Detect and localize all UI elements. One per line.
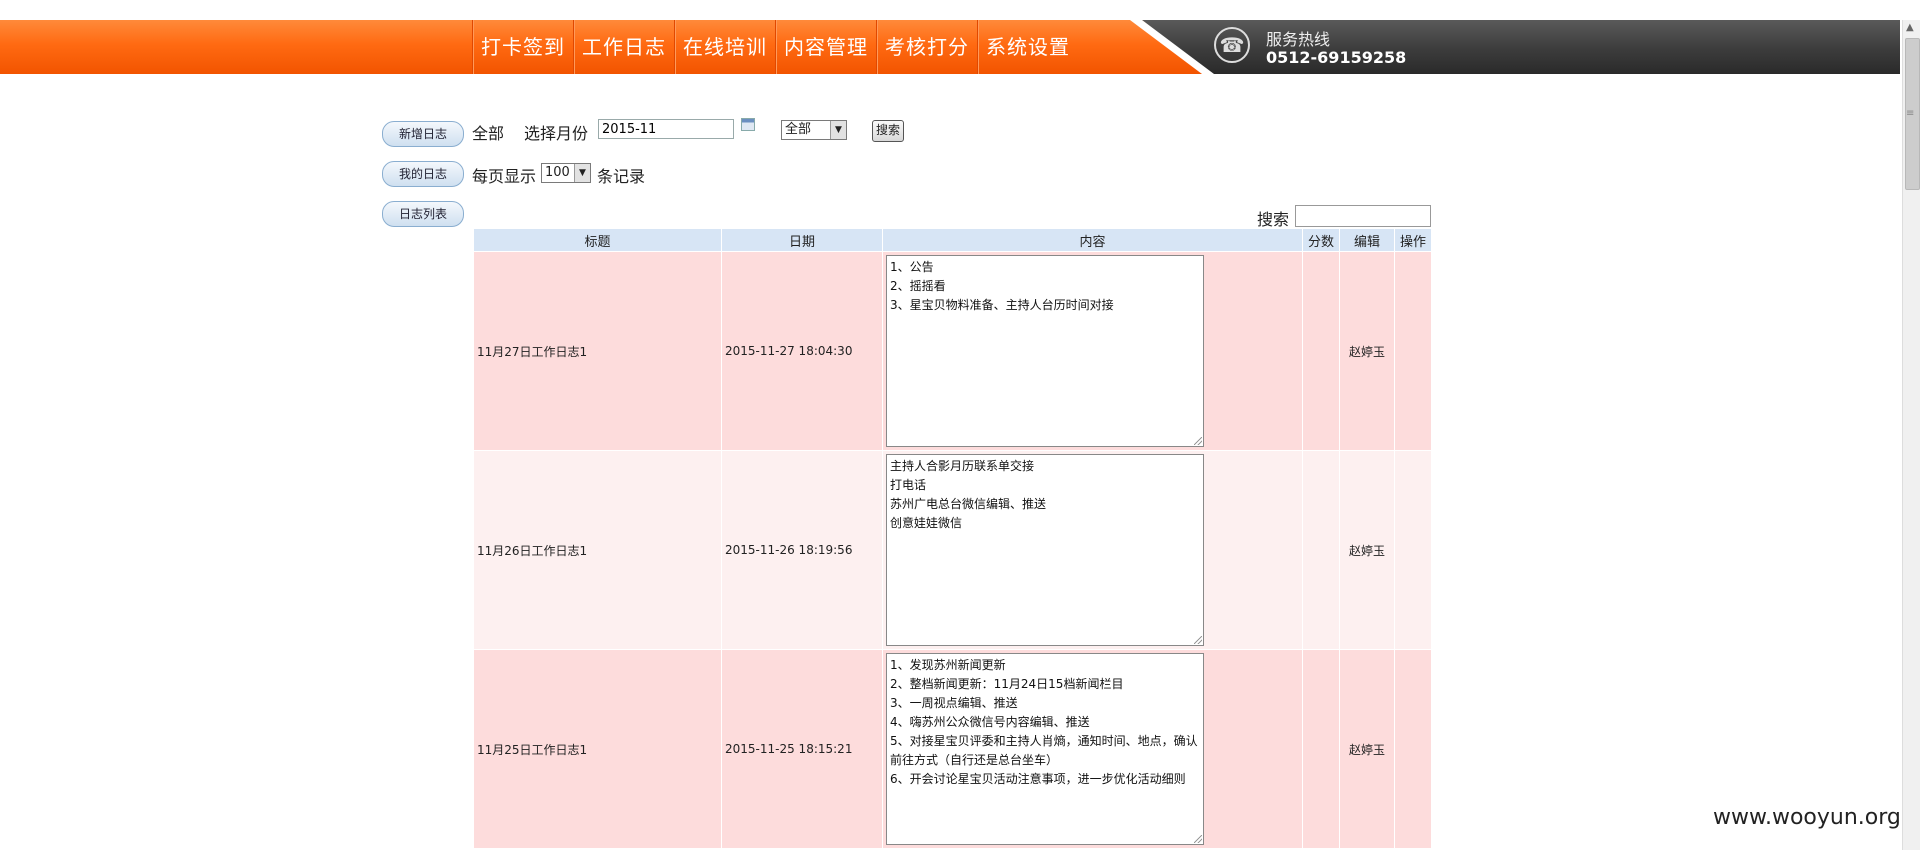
- log-title: 11月25日工作日志1: [473, 649, 722, 849]
- column-header-date[interactable]: 日期: [721, 228, 883, 252]
- log-table: 标题 日期 内容 分数 编辑 操作 11月27日工作日志1 2015-11-27…: [473, 228, 1432, 849]
- log-date: 2015-11-25 18:15:21: [721, 649, 883, 849]
- table-row: 11月26日工作日志1 2015-11-26 18:19:56 主持人合影月历联…: [473, 450, 1432, 650]
- hotline-panel: [1142, 20, 1900, 74]
- log-score: [1302, 649, 1340, 849]
- vertical-scrollbar[interactable]: ▲ ≡: [1902, 20, 1920, 850]
- scroll-up-arrow-icon[interactable]: ▲: [1906, 22, 1914, 33]
- calendar-icon[interactable]: [741, 118, 755, 131]
- log-score: [1302, 450, 1340, 650]
- log-content-cell: 1、发现苏州新闻更新 2、整档新闻更新：11月24日15档新闻栏目 3、一周视点…: [882, 649, 1303, 849]
- per-page-value: 100: [545, 165, 570, 180]
- log-action[interactable]: [1394, 649, 1432, 849]
- nav-item-content-management[interactable]: 内容管理: [775, 20, 876, 74]
- table-search-input[interactable]: [1295, 205, 1431, 227]
- column-header-title[interactable]: 标题: [473, 228, 722, 252]
- log-editor: 赵婷玉: [1339, 251, 1395, 451]
- log-action[interactable]: [1394, 251, 1432, 451]
- resize-grip-icon[interactable]: [1194, 835, 1202, 843]
- watermark: www.wooyun.org: [1713, 805, 1901, 830]
- main-nav: 打卡签到 工作日志 在线培训 内容管理 考核打分 系统设置: [472, 20, 1078, 74]
- log-action[interactable]: [1394, 450, 1432, 650]
- per-page-label: 每页显示: [472, 167, 537, 186]
- month-input[interactable]: [598, 119, 734, 139]
- resize-grip-icon[interactable]: [1194, 636, 1202, 644]
- column-header-score[interactable]: 分数: [1302, 228, 1340, 252]
- chevron-down-icon[interactable]: ▼: [830, 121, 846, 139]
- scroll-grip-icon: ≡: [1906, 108, 1915, 119]
- log-title: 11月26日工作日志1: [473, 450, 722, 650]
- nav-item-checkin[interactable]: 打卡签到: [472, 20, 573, 74]
- log-content-text: 主持人合影月历联系单交接 打电话 苏州广电总台微信编辑、推送 创意娃娃微信: [890, 459, 1047, 530]
- log-title: 11月27日工作日志1: [473, 251, 722, 451]
- nav-item-online-training[interactable]: 在线培训: [674, 20, 775, 74]
- my-log-button[interactable]: 我的日志: [382, 161, 464, 187]
- month-label: 选择月份: [524, 124, 589, 143]
- column-header-editor[interactable]: 编辑: [1339, 228, 1395, 252]
- column-header-action[interactable]: 操作: [1394, 228, 1432, 252]
- log-content-cell: 1、公告 2、摇摇看 3、星宝贝物料准备、主持人台历时间对接: [882, 251, 1303, 451]
- chevron-down-icon[interactable]: ▼: [574, 164, 590, 182]
- filter-all-label[interactable]: 全部: [472, 120, 504, 144]
- log-content-textarea[interactable]: 1、发现苏州新闻更新 2、整档新闻更新：11月24日15档新闻栏目 3、一周视点…: [886, 653, 1204, 845]
- table-row: 11月27日工作日志1 2015-11-27 18:04:30 1、公告 2、摇…: [473, 251, 1432, 451]
- log-content-cell: 主持人合影月历联系单交接 打电话 苏州广电总台微信编辑、推送 创意娃娃微信: [882, 450, 1303, 650]
- status-select-value: 全部: [785, 122, 812, 137]
- nav-item-work-log[interactable]: 工作日志: [573, 20, 674, 74]
- table-search-label: 搜索: [1257, 210, 1290, 229]
- search-button[interactable]: 搜索: [872, 120, 904, 142]
- hotline-label: 服务热线: [1266, 30, 1331, 49]
- log-editor: 赵婷玉: [1339, 450, 1395, 650]
- nav-item-system-settings[interactable]: 系统设置: [977, 20, 1078, 74]
- table-row: 11月25日工作日志1 2015-11-25 18:15:21 1、发现苏州新闻…: [473, 649, 1432, 849]
- log-date: 2015-11-27 18:04:30: [721, 251, 883, 451]
- column-header-content[interactable]: 内容: [882, 228, 1303, 252]
- log-date: 2015-11-26 18:19:56: [721, 450, 883, 650]
- log-editor: 赵婷玉: [1339, 649, 1395, 849]
- log-content-textarea[interactable]: 1、公告 2、摇摇看 3、星宝贝物料准备、主持人台历时间对接: [886, 255, 1204, 447]
- resize-grip-icon[interactable]: [1194, 437, 1202, 445]
- log-content-textarea[interactable]: 主持人合影月历联系单交接 打电话 苏州广电总台微信编辑、推送 创意娃娃微信: [886, 454, 1204, 646]
- per-page-suffix: 条记录: [597, 167, 646, 186]
- log-list-button[interactable]: 日志列表: [382, 201, 464, 227]
- hotline-number: 0512-69159258: [1266, 48, 1407, 67]
- phone-icon: ☎: [1214, 27, 1250, 63]
- new-log-button[interactable]: 新增日志: [382, 121, 464, 147]
- log-content-text: 1、发现苏州新闻更新 2、整档新闻更新：11月24日15档新闻栏目 3、一周视点…: [890, 658, 1198, 786]
- table-header-row: 标题 日期 内容 分数 编辑 操作: [473, 228, 1432, 252]
- nav-item-assessment[interactable]: 考核打分: [876, 20, 977, 74]
- log-content-text: 1、公告 2、摇摇看 3、星宝贝物料准备、主持人台历时间对接: [890, 260, 1114, 312]
- log-score: [1302, 251, 1340, 451]
- status-select[interactable]: 全部 ▼: [781, 120, 847, 140]
- per-page-select[interactable]: 100 ▼: [541, 163, 591, 183]
